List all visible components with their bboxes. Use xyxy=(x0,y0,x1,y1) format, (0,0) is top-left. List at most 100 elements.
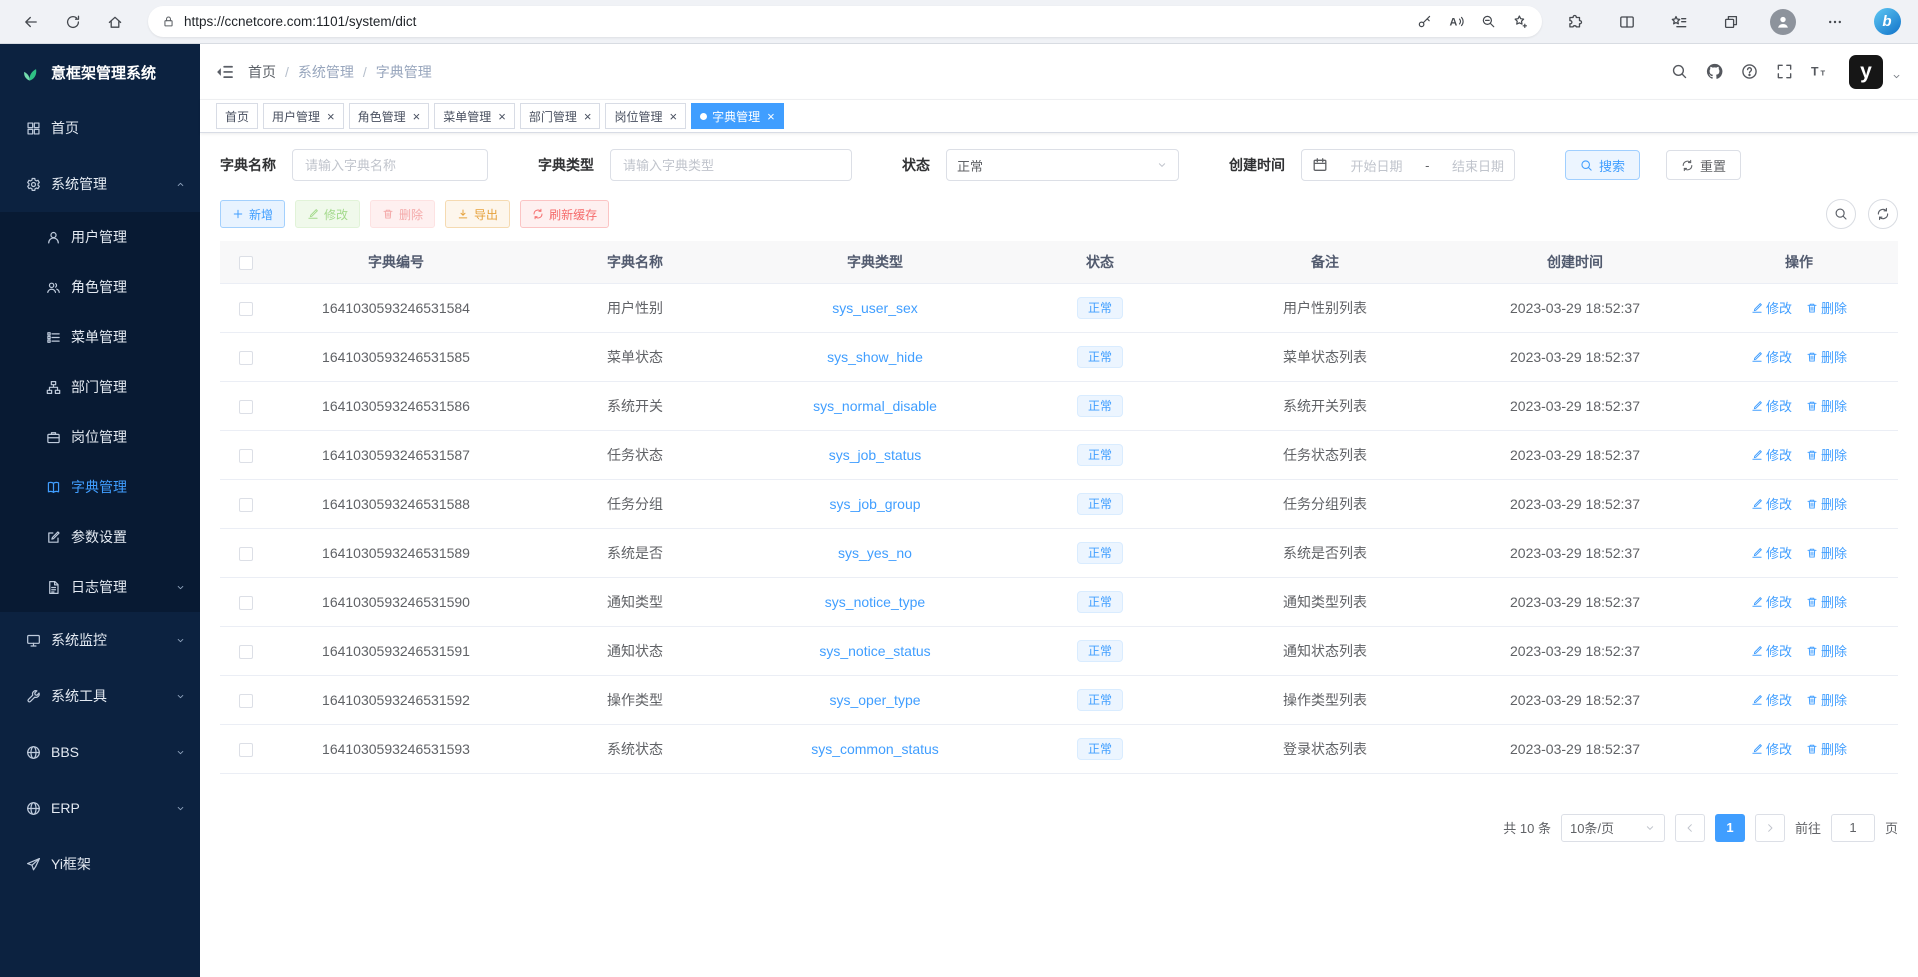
row-delete-button[interactable]: 删除 xyxy=(1806,494,1847,513)
sidebar-item-log[interactable]: 日志管理 xyxy=(0,562,200,612)
close-icon[interactable]: × xyxy=(669,110,677,123)
sidebar-item-dept[interactable]: 部门管理 xyxy=(0,362,200,412)
row-edit-button[interactable]: 修改 xyxy=(1751,494,1792,513)
date-range-picker[interactable]: 开始日期 - 结束日期 xyxy=(1301,149,1515,181)
refresh-table-button[interactable] xyxy=(1868,199,1898,229)
sidebar-item-user[interactable]: 用户管理 xyxy=(0,212,200,262)
sidebar-item-yiframe[interactable]: Yi框架 xyxy=(0,836,200,892)
profile-button[interactable] xyxy=(1766,5,1800,39)
add-button[interactable]: 新增 xyxy=(220,200,285,228)
sidebar-item-home[interactable]: 首页 xyxy=(0,100,200,156)
row-checkbox[interactable] xyxy=(239,596,253,610)
sidebar-item-post[interactable]: 岗位管理 xyxy=(0,412,200,462)
row-checkbox[interactable] xyxy=(239,547,253,561)
row-edit-button[interactable]: 修改 xyxy=(1751,690,1792,709)
add-favorite-button[interactable] xyxy=(1506,8,1534,36)
dict-type-link[interactable]: sys_job_group xyxy=(829,496,920,512)
select-all-checkbox[interactable] xyxy=(239,256,253,270)
sidebar-item-config[interactable]: 参数设置 xyxy=(0,512,200,562)
close-icon[interactable]: × xyxy=(327,110,335,123)
row-checkbox[interactable] xyxy=(239,645,253,659)
row-checkbox[interactable] xyxy=(239,400,253,414)
close-icon[interactable]: × xyxy=(767,110,775,123)
row-delete-button[interactable]: 删除 xyxy=(1806,347,1847,366)
zoom-button[interactable] xyxy=(1474,8,1502,36)
home-button[interactable] xyxy=(98,5,132,39)
dict-type-link[interactable]: sys_user_sex xyxy=(832,300,918,316)
sidebar-item-dict[interactable]: 字典管理 xyxy=(0,462,200,512)
address-bar[interactable]: https://ccnetcore.com:1101/system/dict A xyxy=(148,6,1542,37)
hamburger-button[interactable] xyxy=(216,63,234,81)
settings-more-button[interactable] xyxy=(1818,5,1852,39)
dict-type-input[interactable] xyxy=(610,149,852,181)
help-button[interactable] xyxy=(1734,57,1764,87)
tab-dept[interactable]: 部门管理× xyxy=(520,103,601,129)
tab-post[interactable]: 岗位管理× xyxy=(605,103,686,129)
sidebar-item-role[interactable]: 角色管理 xyxy=(0,262,200,312)
sidebar-item-menu[interactable]: 菜单管理 xyxy=(0,312,200,362)
row-checkbox[interactable] xyxy=(239,351,253,365)
delete-button[interactable]: 删除 xyxy=(370,200,435,228)
row-checkbox[interactable] xyxy=(239,498,253,512)
row-checkbox[interactable] xyxy=(239,694,253,708)
status-select[interactable]: 正常 xyxy=(946,149,1179,181)
password-key-button[interactable] xyxy=(1410,8,1438,36)
row-edit-button[interactable]: 修改 xyxy=(1751,298,1792,317)
dict-type-link[interactable]: sys_job_status xyxy=(829,447,922,463)
extensions-button[interactable] xyxy=(1558,5,1592,39)
sidebar-item-bbs[interactable]: BBS xyxy=(0,724,200,780)
goto-page-input[interactable] xyxy=(1831,814,1875,842)
export-button[interactable]: 导出 xyxy=(445,200,510,228)
close-icon[interactable]: × xyxy=(413,110,421,123)
row-checkbox[interactable] xyxy=(239,302,253,316)
tab-home[interactable]: 首页 xyxy=(216,103,258,129)
tab-role[interactable]: 角色管理× xyxy=(349,103,430,129)
row-edit-button[interactable]: 修改 xyxy=(1751,347,1792,366)
sidebar-item-monitor[interactable]: 系统监控 xyxy=(0,612,200,668)
tab-dict[interactable]: 字典管理× xyxy=(691,103,784,129)
back-button[interactable] xyxy=(14,5,48,39)
row-delete-button[interactable]: 删除 xyxy=(1806,641,1847,660)
row-delete-button[interactable]: 删除 xyxy=(1806,690,1847,709)
row-delete-button[interactable]: 删除 xyxy=(1806,396,1847,415)
reset-button[interactable]: 重置 xyxy=(1666,150,1741,180)
dict-type-link[interactable]: sys_yes_no xyxy=(838,545,912,561)
close-icon[interactable]: × xyxy=(584,110,592,123)
toggle-search-button[interactable] xyxy=(1826,199,1856,229)
search-button[interactable]: 搜索 xyxy=(1565,150,1640,180)
row-delete-button[interactable]: 删除 xyxy=(1806,592,1847,611)
page-1-button[interactable]: 1 xyxy=(1715,814,1745,842)
github-button[interactable] xyxy=(1699,57,1729,87)
next-page-button[interactable] xyxy=(1755,814,1785,842)
row-edit-button[interactable]: 修改 xyxy=(1751,543,1792,562)
page-size-select[interactable]: 10条/页 xyxy=(1561,814,1665,842)
collections-button[interactable] xyxy=(1714,5,1748,39)
tab-user[interactable]: 用户管理× xyxy=(263,103,344,129)
bing-discover-button[interactable]: b xyxy=(1870,5,1904,39)
row-edit-button[interactable]: 修改 xyxy=(1751,396,1792,415)
app-logo[interactable]: 意框架管理系统 xyxy=(0,44,200,100)
sidebar-item-tool[interactable]: 系统工具 xyxy=(0,668,200,724)
prev-page-button[interactable] xyxy=(1675,814,1705,842)
fullscreen-button[interactable] xyxy=(1769,57,1799,87)
dict-type-link[interactable]: sys_normal_disable xyxy=(813,398,937,414)
row-checkbox[interactable] xyxy=(239,449,253,463)
header-search-button[interactable] xyxy=(1664,57,1694,87)
chevron-down-icon[interactable] xyxy=(1891,71,1902,82)
close-icon[interactable]: × xyxy=(498,110,506,123)
font-size-button[interactable]: TT xyxy=(1804,57,1834,87)
edit-button[interactable]: 修改 xyxy=(295,200,360,228)
row-delete-button[interactable]: 删除 xyxy=(1806,543,1847,562)
dict-type-link[interactable]: sys_show_hide xyxy=(827,349,923,365)
dict-name-input[interactable] xyxy=(292,149,488,181)
sidebar-item-erp[interactable]: ERP xyxy=(0,780,200,836)
row-edit-button[interactable]: 修改 xyxy=(1751,641,1792,660)
breadcrumb-home[interactable]: 首页 xyxy=(248,62,276,82)
refresh-cache-button[interactable]: 刷新缓存 xyxy=(520,200,609,228)
sidebar-item-system[interactable]: 系统管理 xyxy=(0,156,200,212)
dict-type-link[interactable]: sys_notice_type xyxy=(825,594,925,610)
tab-menu[interactable]: 菜单管理× xyxy=(434,103,515,129)
split-screen-button[interactable] xyxy=(1610,5,1644,39)
row-edit-button[interactable]: 修改 xyxy=(1751,739,1792,758)
dict-type-link[interactable]: sys_common_status xyxy=(811,741,939,757)
